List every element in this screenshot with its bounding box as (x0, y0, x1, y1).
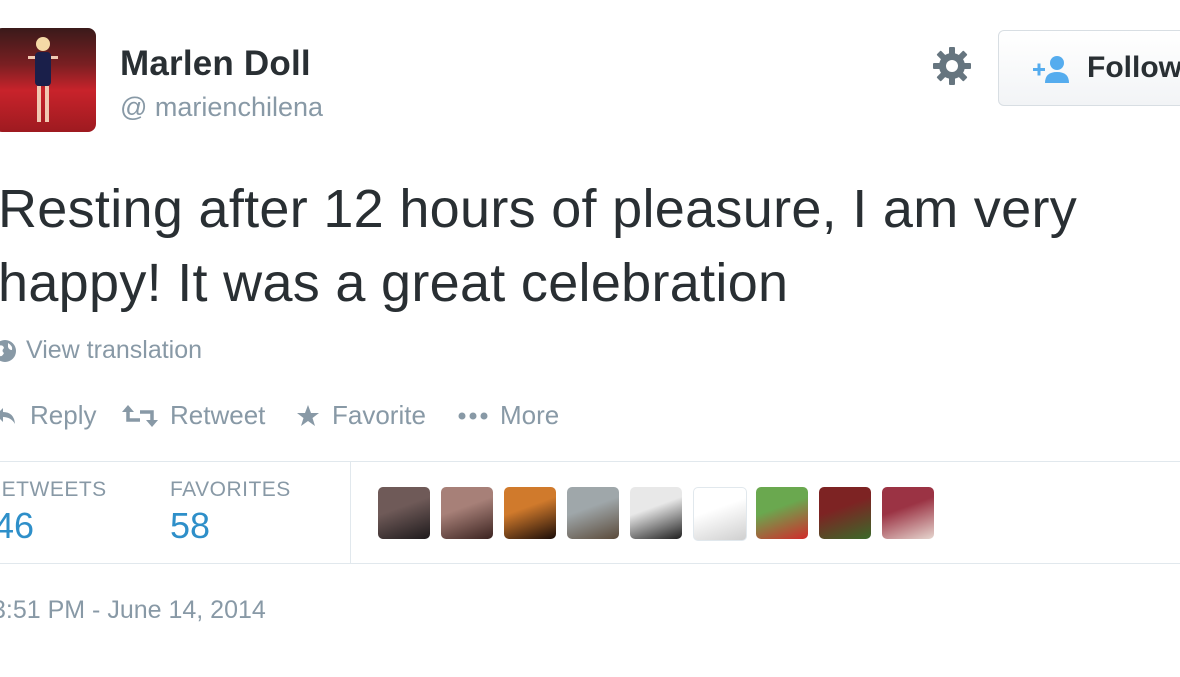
favoriter-avatar[interactable] (441, 487, 493, 539)
favoriter-avatar[interactable] (630, 487, 682, 539)
globe-icon (0, 339, 16, 362)
favorite-label: Favorite (332, 400, 426, 430)
favorite-button[interactable]: Favorite (296, 400, 426, 431)
favorites-label[interactable]: FAVORITES (170, 478, 291, 502)
favorites-count[interactable]: 58 (170, 505, 210, 547)
tweet-text-line-2: happy! It was a great celebration (0, 253, 789, 313)
avatar-figure (28, 37, 58, 122)
user-name[interactable]: Marlen Doll (120, 44, 311, 84)
favoriter-avatar[interactable] (693, 487, 747, 541)
more-icon (458, 412, 488, 419)
avatar[interactable] (0, 28, 96, 132)
star-icon (297, 404, 319, 426)
follow-icon (1033, 56, 1069, 83)
tweet-text-line-1: Resting after 12 hours of pleasure, I am… (0, 179, 1078, 239)
favoriter-avatar[interactable] (756, 487, 808, 539)
favoriter-avatar[interactable] (504, 487, 556, 539)
reply-label: Reply (30, 400, 97, 430)
follow-label: Follow (1087, 51, 1180, 84)
retweet-label: Retweet (170, 400, 266, 430)
stats-divider-top (0, 461, 1180, 462)
view-translation-link[interactable]: View translation (0, 336, 202, 365)
favoriter-avatar[interactable] (819, 487, 871, 539)
retweets-count[interactable]: 46 (0, 505, 34, 547)
favoriter-avatar[interactable] (378, 487, 430, 539)
user-handle[interactable]: @ marienchilena (120, 92, 323, 123)
reply-button[interactable]: Reply (0, 400, 96, 431)
favoriter-avatar[interactable] (567, 487, 619, 539)
reply-icon (0, 407, 15, 424)
view-translation-label: View translation (26, 336, 203, 364)
retweet-button[interactable]: Retweet (122, 400, 265, 431)
favoriter-avatar[interactable] (882, 487, 934, 539)
stats-divider-bottom (0, 563, 1180, 564)
more-button[interactable]: More (458, 400, 559, 431)
stats-divider-vertical (350, 462, 351, 563)
more-label: More (500, 400, 560, 430)
tweet-timestamp[interactable]: 3:51 PM - June 14, 2014 (0, 596, 266, 625)
gear-icon[interactable] (930, 44, 974, 88)
tweet-text: Resting after 12 hours of pleasure, I am… (0, 172, 1180, 320)
retweets-label[interactable]: RETWEETS (0, 478, 107, 502)
retweet-icon (122, 404, 158, 427)
follow-button[interactable]: Follow (998, 30, 1180, 106)
